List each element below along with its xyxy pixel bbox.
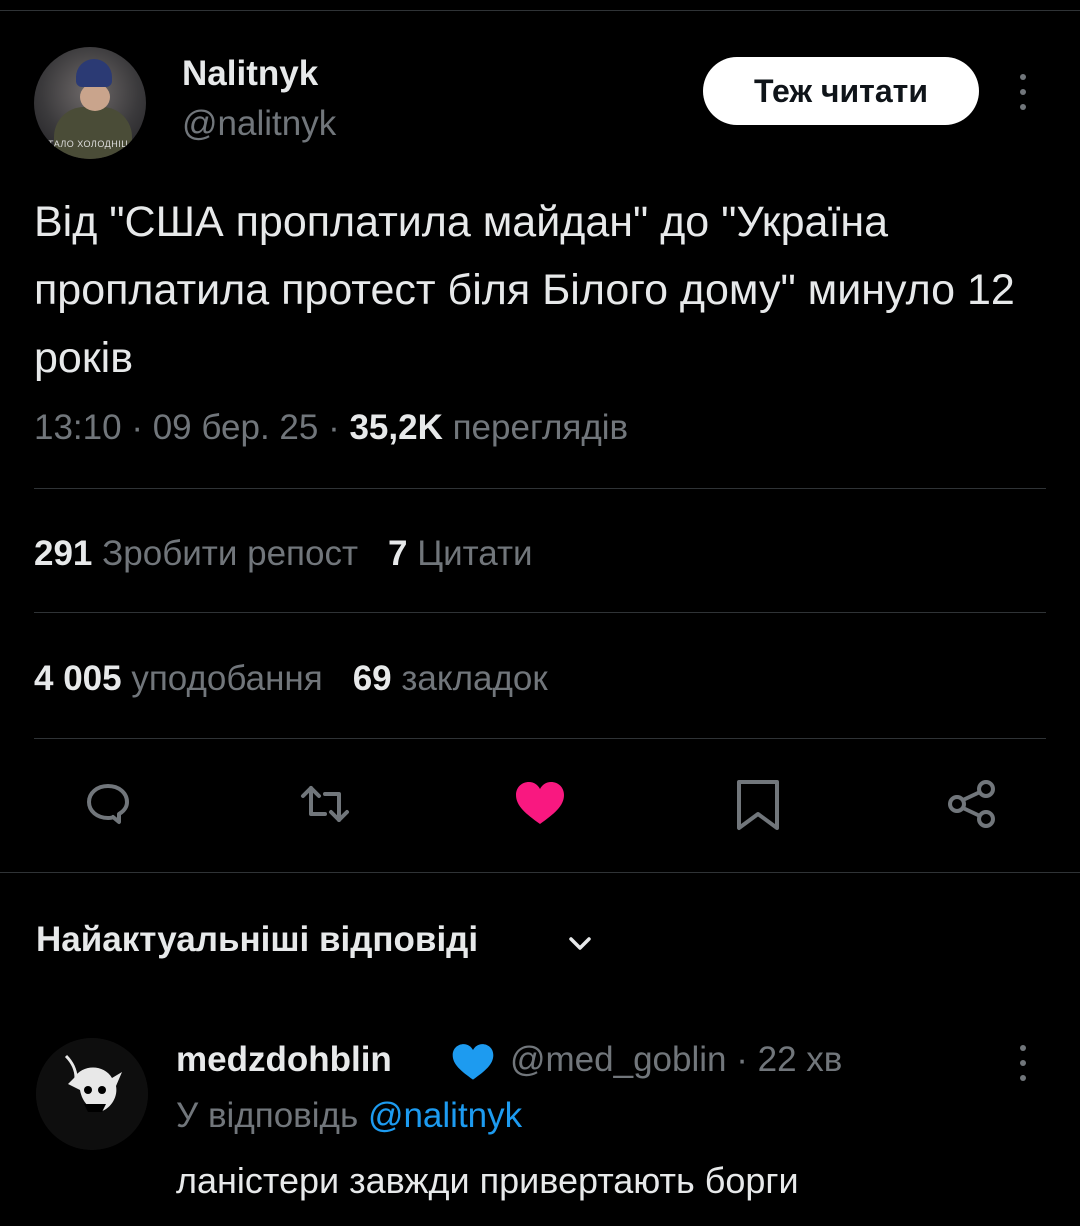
author-avatar[interactable]: ТАЛО ХОЛОДНІЦ [34, 47, 146, 159]
likes-label: уподобання [131, 659, 323, 698]
views-label: переглядів [452, 408, 629, 447]
quotes-count: 7 [388, 534, 408, 573]
top-divider [0, 10, 1080, 11]
reply-icon[interactable] [80, 776, 136, 832]
bookmarks-stat[interactable]: 69 закладок [353, 659, 548, 698]
likes-bookmarks-row: 4 005 уподобання 69 закладок [34, 659, 548, 699]
author-name[interactable]: Nalitnyk [182, 54, 318, 94]
blue-heart-icon [449, 1039, 497, 1083]
reply-to-line: У відповідь @nalitnyk [176, 1096, 522, 1136]
reposts-stat[interactable]: 291 Зробити репост [34, 534, 358, 573]
section-divider [0, 872, 1080, 873]
reply-text: ланістери завжди привертають борги [176, 1160, 799, 1201]
share-icon[interactable] [944, 776, 1000, 832]
reply-more-options-icon[interactable] [1013, 1043, 1033, 1083]
tweet-meta: 13:10 · 09 бер. 25 · 35,2K переглядів [34, 408, 628, 448]
replies-sort-title[interactable]: Найактуальніші відповіді [36, 920, 478, 960]
bookmark-icon[interactable] [730, 776, 786, 832]
goblin-logo-icon [36, 1038, 148, 1150]
reply-handle-time[interactable]: @med_goblin · 22 хв [510, 1040, 842, 1080]
avatar-body-shape [54, 107, 132, 159]
reposts-count: 291 [34, 534, 93, 573]
views-count: 35,2K [349, 408, 443, 447]
reply-to-prefix: У відповідь [176, 1096, 359, 1135]
quotes-label: Цитати [417, 534, 533, 573]
tweet-time[interactable]: 13:10 [34, 408, 122, 447]
divider [34, 612, 1046, 613]
tweet-text: Від "США проплатила майдан" до "Україна … [34, 198, 1015, 382]
like-icon[interactable] [512, 776, 568, 832]
follow-button[interactable]: Теж читати [703, 57, 979, 125]
reply-avatar[interactable] [36, 1038, 148, 1150]
tweet-date[interactable]: 09 бер. 25 [153, 408, 319, 447]
likes-count: 4 005 [34, 659, 122, 698]
divider [34, 738, 1046, 739]
repost-icon[interactable] [297, 776, 353, 832]
author-handle[interactable]: @nalitnyk [182, 104, 336, 144]
likes-stat[interactable]: 4 005 уподобання [34, 659, 323, 698]
divider [34, 488, 1046, 489]
bookmarks-count: 69 [352, 659, 392, 698]
meta-separator: · [328, 408, 340, 447]
reposts-quotes-row: 291 Зробити репост 7 Цитати [34, 534, 533, 574]
avatar-hat-shape [76, 59, 112, 87]
more-options-icon[interactable] [1013, 72, 1033, 112]
chevron-down-icon[interactable] [566, 930, 594, 958]
avatar-face-shape [80, 83, 110, 111]
bookmarks-label: закладок [401, 659, 548, 698]
quotes-stat[interactable]: 7 Цитати [388, 534, 533, 573]
reposts-label: Зробити репост [102, 534, 358, 573]
reply-to-handle-link[interactable]: @nalitnyk [368, 1096, 522, 1135]
reply-author-name[interactable]: medzdohblin [176, 1040, 392, 1080]
avatar-caption: ТАЛО ХОЛОДНІЦ [48, 139, 129, 149]
meta-separator: · [131, 408, 143, 447]
